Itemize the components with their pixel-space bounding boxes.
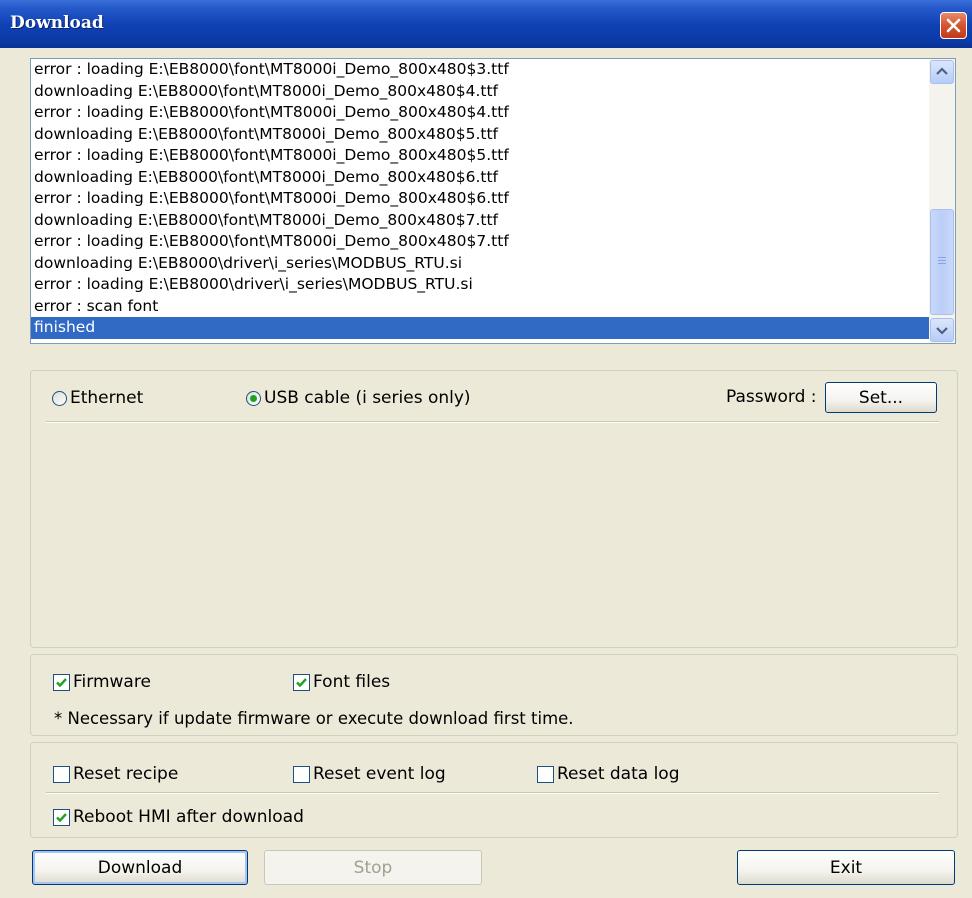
stop-button[interactable]: Stop (264, 850, 482, 885)
reset-recipe-label: Reset recipe (73, 764, 179, 784)
log-line[interactable]: downloading E:\EB8000\font\MT8000i_Demo_… (31, 167, 929, 189)
password-set-button[interactable]: Set... (825, 382, 937, 413)
checkbox-indicator (293, 765, 310, 783)
chevron-down-icon (936, 327, 948, 335)
firmware-label: Firmware (73, 672, 151, 692)
log-line[interactable]: error : loading E:\EB8000\font\MT8000i_D… (31, 59, 929, 81)
checkbox-indicator (537, 765, 554, 783)
log-line[interactable]: error : scan font (31, 296, 929, 318)
check-icon (56, 677, 67, 687)
ethernet-radio[interactable]: Ethernet (52, 388, 143, 408)
font-files-checkbox[interactable]: Font files (293, 672, 390, 692)
scroll-down-button[interactable] (930, 318, 954, 342)
checkbox-indicator (53, 673, 70, 691)
log-line[interactable]: error : loading E:\EB8000\font\MT8000i_D… (31, 231, 929, 253)
reboot-hmi-label: Reboot HMI after download (73, 807, 304, 827)
radio-indicator (52, 390, 67, 406)
firmware-note: * Necessary if update firmware or execut… (54, 709, 574, 728)
vertical-scrollbar[interactable] (929, 59, 955, 343)
check-icon (56, 812, 67, 822)
reboot-hmi-checkbox[interactable]: Reboot HMI after download (53, 807, 304, 827)
usb-cable-radio[interactable]: USB cable (i series only) (246, 388, 471, 408)
log-line[interactable]: downloading E:\EB8000\font\MT8000i_Demo_… (31, 81, 929, 103)
divider (46, 792, 939, 794)
reset-event-log-label: Reset event log (313, 764, 446, 784)
checkbox-indicator (53, 808, 70, 826)
reset-data-log-label: Reset data log (557, 764, 680, 784)
log-listbox[interactable]: error : loading E:\EB8000\font\MT8000i_D… (30, 58, 956, 344)
checkbox-indicator (53, 765, 70, 783)
reset-data-log-checkbox[interactable]: Reset data log (537, 764, 680, 784)
exit-button[interactable]: Exit (737, 850, 955, 885)
close-button[interactable] (940, 12, 967, 39)
firmware-checkbox[interactable]: Firmware (53, 672, 151, 692)
log-line[interactable]: error : loading E:\EB8000\font\MT8000i_D… (31, 102, 929, 124)
chevron-up-icon (936, 67, 948, 75)
log-line[interactable]: downloading E:\EB8000\font\MT8000i_Demo_… (31, 210, 929, 232)
usb-cable-label: USB cable (i series only) (264, 388, 471, 408)
reset-event-log-checkbox[interactable]: Reset event log (293, 764, 446, 784)
divider (46, 421, 939, 423)
log-line[interactable]: error : loading E:\EB8000\font\MT8000i_D… (31, 188, 929, 210)
ethernet-label: Ethernet (70, 388, 144, 408)
scroll-thumb[interactable] (930, 209, 954, 315)
check-icon (296, 677, 307, 687)
title-bar: Download (0, 0, 972, 48)
checkbox-indicator (293, 673, 310, 691)
font-files-label: Font files (313, 672, 391, 692)
scroll-up-button[interactable] (930, 60, 954, 84)
close-icon (946, 18, 961, 33)
password-label: Password : (726, 387, 817, 407)
log-line[interactable]: finished (31, 317, 929, 339)
connection-panel (30, 370, 958, 648)
log-line[interactable]: downloading E:\EB8000\font\MT8000i_Demo_… (31, 124, 929, 146)
log-lines: error : loading E:\EB8000\font\MT8000i_D… (31, 59, 929, 339)
grip-icon (938, 257, 946, 266)
window-title: Download (10, 13, 104, 33)
reset-recipe-checkbox[interactable]: Reset recipe (53, 764, 178, 784)
log-line[interactable]: downloading E:\EB8000\driver\i_series\MO… (31, 253, 929, 275)
radio-indicator (246, 390, 261, 406)
log-line[interactable]: error : loading E:\EB8000\driver\i_serie… (31, 274, 929, 296)
log-line[interactable]: error : loading E:\EB8000\font\MT8000i_D… (31, 145, 929, 167)
download-button[interactable]: Download (32, 850, 248, 885)
